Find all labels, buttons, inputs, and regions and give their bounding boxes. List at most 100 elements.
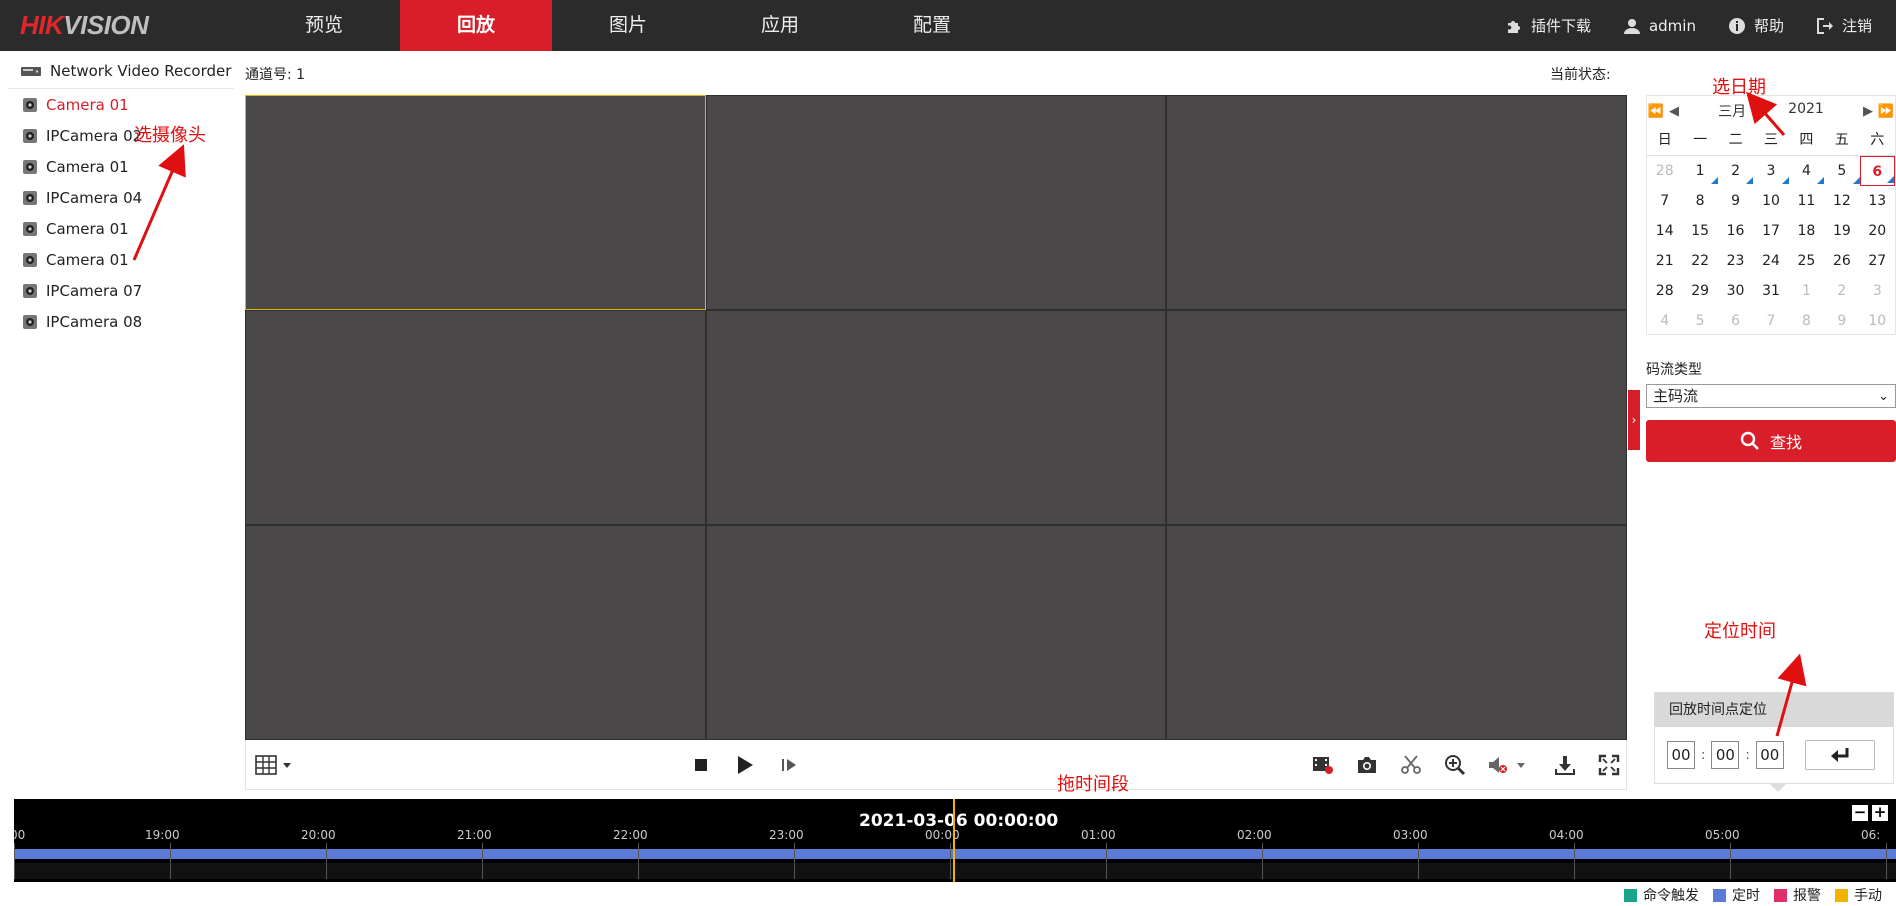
tree-item-camera[interactable]: Camera 01 [8,151,234,182]
tab-picture[interactable]: 图片 [552,0,704,51]
minute-input[interactable]: 00 [1711,741,1740,769]
calendar-day[interactable]: 2 [1718,156,1754,186]
fullscreen-button[interactable] [1596,752,1622,778]
calendar-day[interactable]: 1 [1682,156,1719,186]
tree-item-camera[interactable]: IPCamera 07 [8,275,234,306]
weekday-header: 六 [1859,126,1895,156]
calendar-day[interactable]: 22 [1682,246,1717,276]
calendar-day[interactable]: 17 [1753,216,1788,246]
snapshot-button[interactable] [1354,752,1380,778]
window-layout-button[interactable] [254,752,296,778]
clip-button[interactable] [1398,752,1424,778]
calendar-day[interactable]: 19 [1824,216,1859,246]
hour-input[interactable]: 00 [1667,741,1695,769]
calendar-day[interactable]: 8 [1682,186,1717,216]
video-window[interactable] [1166,525,1627,740]
stop-button[interactable] [688,752,714,778]
calendar-day[interactable]: 20 [1860,216,1895,246]
calendar-day[interactable]: 18 [1789,216,1824,246]
timeline-zoom-out-button[interactable]: − [1852,805,1868,821]
calendar-day[interactable]: 4 [1789,156,1825,186]
video-window[interactable] [705,310,1167,525]
tree-item-camera[interactable]: Camera 01 [8,213,234,244]
calendar-day[interactable]: 4 [1647,306,1682,336]
collapse-panel-button[interactable]: › [1628,390,1640,450]
calendar-day[interactable]: 30 [1718,276,1753,306]
calendar-day[interactable]: 15 [1682,216,1717,246]
video-window[interactable] [705,525,1167,740]
calendar-day[interactable]: 9 [1718,186,1753,216]
tab-preview[interactable]: 预览 [248,0,400,51]
calendar-day[interactable]: 24 [1753,246,1788,276]
calendar-day[interactable]: 12 [1824,186,1859,216]
video-window[interactable] [245,95,706,310]
second-input[interactable]: 00 [1755,741,1784,769]
video-window[interactable] [705,95,1167,310]
calendar-day[interactable]: 11 [1789,186,1824,216]
calendar-day[interactable]: 27 [1860,246,1895,276]
calendar-day[interactable]: 25 [1789,246,1824,276]
calendar-day[interactable]: 16 [1718,216,1753,246]
audio-button[interactable] [1486,752,1530,778]
calendar-day[interactable]: 21 [1647,246,1682,276]
video-window[interactable] [245,310,706,525]
calendar-day[interactable]: 3 [1860,276,1895,306]
legend-swatch [1713,888,1726,902]
stream-type-select[interactable]: 主码流 ⌄ [1646,384,1896,408]
tab-configuration[interactable]: 配置 [856,0,1008,51]
playback-timeline[interactable]: 2021-03-06 00:00:00 − + :0019:0020:0021:… [14,799,1896,882]
tab-application[interactable]: 应用 [704,0,856,51]
tab-playback[interactable]: 回放 [400,0,552,51]
help-link[interactable]: 帮助 [1728,15,1784,36]
digital-zoom-button[interactable] [1442,752,1468,778]
logout-icon [1816,17,1833,34]
search-button[interactable]: 查找 [1646,420,1896,462]
prev-month-button[interactable]: ◀ [1665,104,1683,119]
tree-item-camera[interactable]: Camera 01 [8,244,234,275]
user-link[interactable]: admin [1623,17,1696,35]
calendar-day[interactable]: 8 [1789,306,1824,336]
timeline-zoom-in-button[interactable]: + [1872,805,1888,821]
tree-item-camera[interactable]: Camera 01 [8,89,234,120]
calendar-day[interactable]: 7 [1753,306,1788,336]
calendar-day[interactable]: 7 [1647,186,1682,216]
calendar-month[interactable]: 三月 [1718,101,1746,121]
video-window[interactable] [1166,310,1627,525]
tree-item-camera[interactable]: IPCamera 08 [8,306,234,337]
tree-item-camera[interactable]: IPCamera 04 [8,182,234,213]
play-button[interactable] [732,752,758,778]
calendar-day[interactable]: 9 [1824,306,1859,336]
calendar-day[interactable]: 28 [1647,276,1682,306]
tree-root-nvr[interactable]: Network Video Recorder [8,58,234,89]
calendar-day[interactable]: 23 [1718,246,1753,276]
calendar-day[interactable]: 2 [1824,276,1859,306]
camera-icon [23,283,37,298]
calendar-day[interactable]: 10 [1860,306,1895,336]
calendar-day[interactable]: 1 [1789,276,1824,306]
next-year-button[interactable]: ⏩ [1877,104,1895,119]
calendar-day[interactable]: 6 [1718,306,1753,336]
calendar-day[interactable]: 31 [1753,276,1788,306]
calendar-day[interactable]: 26 [1824,246,1859,276]
download-button[interactable] [1552,752,1578,778]
calendar-year[interactable]: 2021 [1788,101,1824,121]
single-frame-button[interactable] [776,752,802,778]
timeline-cursor[interactable] [953,799,955,882]
video-window[interactable] [1166,95,1627,310]
next-month-button[interactable]: ▶ [1859,104,1877,119]
plugin-download-link[interactable]: 插件下载 [1505,15,1591,36]
prev-year-button[interactable]: ⏪ [1647,104,1665,119]
calendar-day[interactable]: 10 [1753,186,1788,216]
locate-go-button[interactable] [1805,740,1875,770]
calendar-day-selected[interactable]: 6 [1859,156,1895,186]
calendar-day[interactable]: 5 [1682,306,1717,336]
calendar-day[interactable]: 5 [1824,156,1860,186]
calendar-day[interactable]: 28 [1647,156,1682,186]
clip-record-button[interactable] [1310,752,1336,778]
calendar-day[interactable]: 3 [1753,156,1790,186]
calendar-day[interactable]: 29 [1682,276,1717,306]
calendar-day[interactable]: 13 [1860,186,1895,216]
video-window[interactable] [245,525,706,740]
calendar-day[interactable]: 14 [1647,216,1682,246]
logout-link[interactable]: 注销 [1816,15,1872,36]
